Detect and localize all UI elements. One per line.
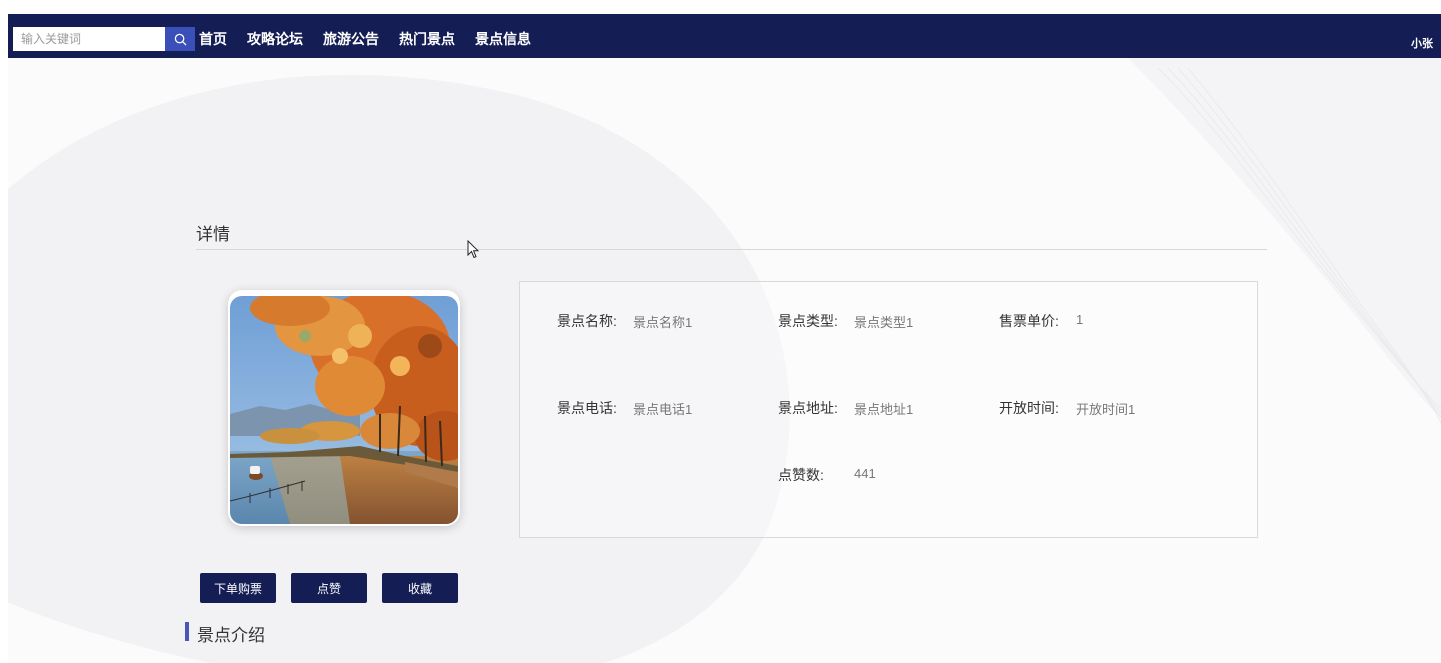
like-button[interactable]: 点赞 — [291, 573, 367, 603]
favorite-button[interactable]: 收藏 — [382, 573, 458, 603]
field-address-value: 景点地址1 — [854, 402, 914, 417]
search-icon — [174, 33, 187, 46]
field-hours-value: 开放时间1 — [1076, 402, 1136, 417]
nav-announcements[interactable]: 旅游公告 — [323, 28, 379, 50]
nav-spot-info[interactable]: 景点信息 — [475, 28, 531, 50]
left-margin — [0, 0, 8, 663]
spot-photo — [230, 296, 458, 524]
nav-hot-spots[interactable]: 热门景点 — [399, 28, 455, 50]
field-price-label: 售票单价: — [999, 313, 1059, 329]
field-phone: 景点电话: 景点电话1 — [557, 398, 692, 418]
main-nav: 首页 攻略论坛 旅游公告 热门景点 景点信息 — [199, 28, 551, 50]
field-price: 售票单价: 1 — [999, 311, 1083, 331]
field-likes-value: 441 — [854, 466, 876, 481]
top-navbar: 首页 攻略论坛 旅游公告 热门景点 景点信息 小张 — [8, 14, 1441, 58]
search-button[interactable] — [165, 27, 195, 51]
field-address: 景点地址: 景点地址1 — [778, 398, 913, 418]
field-hours-label: 开放时间: — [999, 400, 1059, 416]
field-name-label: 景点名称: — [557, 313, 617, 329]
spot-photo-frame — [228, 290, 460, 526]
field-type-value: 景点类型1 — [854, 315, 914, 330]
field-likes: 点赞数: 441 — [778, 465, 876, 485]
buy-ticket-button[interactable]: 下单购票 — [200, 573, 276, 603]
divider — [196, 249, 1267, 250]
page: 首页 攻略论坛 旅游公告 热门景点 景点信息 小张 详情 — [0, 0, 1441, 663]
nav-home[interactable]: 首页 — [199, 28, 227, 50]
intro-title: 景点介绍 — [197, 626, 265, 645]
field-phone-value: 景点电话1 — [633, 402, 693, 417]
detail-title: 详情 — [196, 225, 230, 244]
field-type: 景点类型: 景点类型1 — [778, 311, 913, 331]
intro-accent-bar — [185, 622, 189, 641]
field-type-label: 景点类型: — [778, 313, 838, 329]
mouse-cursor-icon — [467, 240, 479, 259]
field-likes-label: 点赞数: — [778, 467, 824, 483]
field-price-value: 1 — [1076, 312, 1084, 327]
field-name-value: 景点名称1 — [633, 315, 693, 330]
main-content: 详情 景点名称: 景点名称1 景点类型: 景点类型1 售票单价: 1 景点电话:… — [0, 0, 1441, 663]
user-name[interactable]: 小张 — [1411, 35, 1433, 51]
field-phone-label: 景点电话: — [557, 400, 617, 416]
field-hours: 开放时间: 开放时间1 — [999, 398, 1135, 418]
top-margin — [0, 0, 1441, 14]
field-name: 景点名称: 景点名称1 — [557, 311, 692, 331]
search-input[interactable] — [13, 27, 165, 51]
nav-forum[interactable]: 攻略论坛 — [247, 28, 303, 50]
field-address-label: 景点地址: — [778, 400, 838, 416]
